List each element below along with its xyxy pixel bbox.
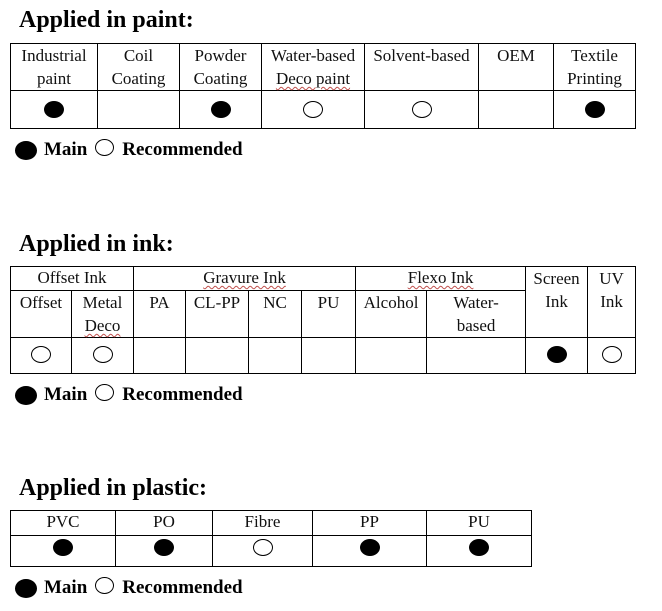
- main-dot-icon: [210, 101, 231, 118]
- plastic-header-cell: Fibre: [212, 510, 313, 536]
- main-dot-icon: [584, 101, 605, 118]
- ink-rating-cell: [525, 337, 589, 374]
- plastic-rating-cell: [426, 535, 532, 567]
- main-dot-icon: [359, 539, 380, 556]
- plastic-rating-cell: [10, 535, 116, 567]
- ink-header-cell: Metal Deco: [71, 290, 134, 338]
- paint-header-cell: OEM: [478, 43, 554, 91]
- plastic-table: PVC PO Fibre PP PU: [10, 510, 532, 567]
- plastic-header-cell: PU: [426, 510, 532, 536]
- legend-main-label: Main: [44, 577, 88, 598]
- plastic-header-cell: PVC: [10, 510, 116, 536]
- ink-header-cell: NC: [248, 290, 302, 338]
- plastic-header-cell: PP: [312, 510, 427, 536]
- paint-rating-cell: [179, 90, 262, 129]
- ink-header-cell: UV Ink: [587, 266, 637, 338]
- ink-header-cell: Alcohol: [355, 290, 428, 338]
- ink-header-cell: Offset: [10, 290, 72, 338]
- ink-header-cell: PA: [133, 290, 186, 338]
- paint-rating-cell: [97, 90, 180, 129]
- ink-rating-cell: [300, 337, 357, 374]
- ink-group-gravure: Gravure Ink: [132, 266, 357, 291]
- paint-section-title: Applied in paint:: [19, 7, 194, 33]
- paint-rating-row: [10, 90, 636, 129]
- legend-recommended-label: Recommended: [122, 139, 243, 160]
- recommended-dot-icon: [252, 539, 273, 556]
- recommended-dot-icon: [92, 346, 113, 363]
- ink-group-offset: Offset Ink: [10, 266, 134, 291]
- legend-main-label: Main: [44, 384, 88, 405]
- paint-header-cell: Powder Coating: [179, 43, 262, 91]
- plastic-rating-cell: [312, 535, 427, 567]
- paint-rating-cell: [553, 90, 636, 129]
- recommended-dot-icon: [95, 138, 115, 156]
- paint-rating-cell: [261, 90, 365, 129]
- plastic-rating-cell: [115, 535, 213, 567]
- recommended-dot-icon: [95, 383, 115, 401]
- recommended-dot-icon: [31, 346, 51, 363]
- main-dot-icon: [15, 385, 37, 405]
- main-dot-icon: [469, 539, 489, 556]
- main-dot-icon: [15, 578, 37, 598]
- paint-header-cell: Textile Printing: [553, 43, 636, 91]
- paint-header-row: Industrial paint Coil Coating Powder Coatin…: [10, 43, 636, 91]
- ink-rating-cell: [10, 337, 72, 374]
- ink-header-cell: Screen Ink: [525, 266, 589, 338]
- paint-header-cell: Industrial paint: [10, 43, 98, 91]
- ink-rating-cell: [587, 337, 637, 374]
- plastic-rating-cell: [212, 535, 313, 567]
- main-dot-icon: [44, 101, 64, 118]
- ink-rating-cell: [133, 337, 186, 374]
- main-dot-icon: [15, 140, 37, 160]
- paint-header-cell: Coil Coating: [97, 43, 180, 91]
- ink-rating-cell: [185, 337, 249, 374]
- plastic-section-title: Applied in plastic:: [19, 475, 208, 501]
- main-dot-icon: [154, 539, 174, 556]
- ink-rating-cell: [248, 337, 302, 374]
- plastic-legend: Main Recommended: [15, 576, 243, 599]
- paint-legend: Main Recommended: [15, 138, 243, 161]
- ink-legend: Main Recommended: [15, 383, 243, 406]
- legend-recommended-label: Recommended: [122, 384, 243, 405]
- ink-group-flexo: Flexo Ink: [355, 266, 527, 291]
- paint-rating-cell: [10, 90, 98, 129]
- recommended-dot-icon: [601, 346, 622, 363]
- plastic-header-cell: PO: [115, 510, 213, 536]
- ink-rating-cell: [355, 337, 428, 374]
- ink-rating-cell: [426, 337, 527, 374]
- legend-recommended-label: Recommended: [122, 577, 243, 598]
- ink-section-title: Applied in ink:: [19, 231, 174, 257]
- ink-group-row: Offset Ink Gravure Ink Flexo Ink Screen I…: [10, 266, 637, 338]
- recommended-dot-icon: [95, 576, 115, 594]
- ink-rating-row: [10, 337, 637, 374]
- main-dot-icon: [53, 539, 73, 556]
- plastic-rating-row: [10, 535, 532, 567]
- plastic-header-row: PVC PO Fibre PP PU: [10, 510, 532, 536]
- paint-header-cell: Water-based Deco paint: [261, 43, 365, 91]
- paint-header-cell: Solvent-based: [364, 43, 479, 91]
- paint-rating-cell: [364, 90, 479, 129]
- ink-rating-cell: [71, 337, 134, 374]
- ink-table: Offset Ink Gravure Ink Flexo Ink Screen I…: [10, 266, 637, 374]
- ink-header-cell: PU: [300, 290, 357, 338]
- paint-table: Industrial paint Coil Coating Powder Coatin…: [10, 43, 636, 129]
- recommended-dot-icon: [303, 101, 323, 118]
- legend-main-label: Main: [44, 139, 88, 160]
- paint-rating-cell: [478, 90, 554, 129]
- main-dot-icon: [546, 346, 567, 363]
- recommended-dot-icon: [411, 101, 432, 118]
- ink-header-cell: CL-PP: [185, 290, 249, 338]
- ink-header-cell: Water-based: [426, 290, 527, 338]
